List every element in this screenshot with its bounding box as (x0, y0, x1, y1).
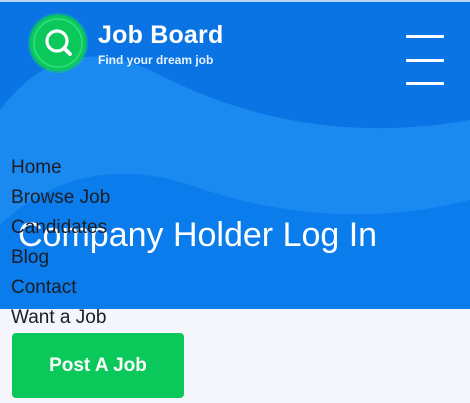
nav-link-blog[interactable]: Blog (11, 247, 49, 268)
brand-name: Job Board (98, 21, 224, 49)
main-navigation: Home Browse Job Candidates Blog Contact … (11, 155, 110, 335)
nav-link-candidates[interactable]: Candidates (11, 217, 107, 238)
top-edge-line (0, 0, 470, 2)
post-a-job-button[interactable]: Post A Job (12, 333, 184, 398)
nav-link-browse-job[interactable]: Browse Job (11, 187, 110, 208)
nav-link-home[interactable]: Home (11, 157, 62, 178)
nav-item-contact: Contact (11, 275, 110, 305)
nav-item-candidates: Candidates (11, 215, 110, 245)
brand-tagline: Find your dream job (98, 53, 214, 67)
nav-item-home: Home (11, 155, 110, 185)
nav-item-want-a-job: Want a Job (11, 305, 110, 335)
nav-item-browse-job: Browse Job (11, 185, 110, 215)
nav-item-blog: Blog (11, 245, 110, 275)
magnifier-icon (30, 15, 86, 71)
nav-link-want-a-job[interactable]: Want a Job (11, 307, 106, 328)
nav-link-contact[interactable]: Contact (11, 277, 76, 298)
hamburger-menu-icon[interactable] (404, 35, 444, 99)
site-logo[interactable]: Job Board Find your dream job (30, 15, 240, 73)
